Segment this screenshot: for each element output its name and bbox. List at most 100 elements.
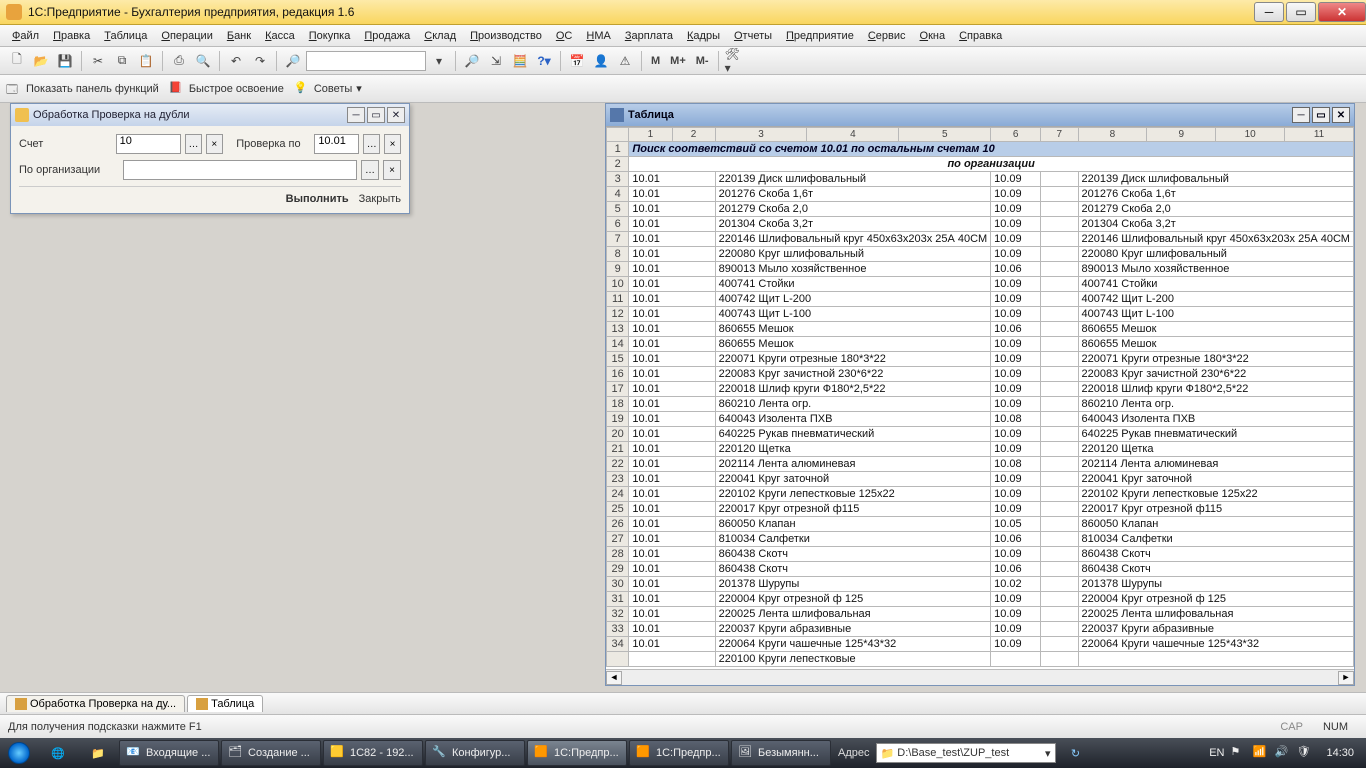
row-header[interactable]: 14 [607, 337, 629, 352]
table-row[interactable]: 2110.01220120 Щетка10.09220120 Щетка [607, 442, 1354, 457]
menu-правка[interactable]: Правка [47, 28, 96, 44]
row-header[interactable]: 17 [607, 382, 629, 397]
account-field[interactable]: 10 [116, 134, 181, 154]
row-header[interactable]: 23 [607, 472, 629, 487]
window-tab[interactable]: Обработка Проверка на ду... [6, 695, 185, 712]
menu-предприятие[interactable]: Предприятие [780, 28, 860, 44]
tray-volume-icon[interactable]: 🔊 [1274, 745, 1290, 761]
col-header[interactable]: 1 [629, 128, 672, 142]
menu-ос[interactable]: ОС [550, 28, 579, 44]
table-row[interactable]: 610.01201304 Скоба 3,2т10.09201304 Скоба… [607, 217, 1354, 232]
save-icon[interactable]: 💾 [54, 50, 76, 72]
open-icon[interactable]: 📂 [30, 50, 52, 72]
menu-сервис[interactable]: Сервис [862, 28, 912, 44]
row-header[interactable]: 6 [607, 217, 629, 232]
row-header[interactable]: 24 [607, 487, 629, 502]
row-header[interactable]: 9 [607, 262, 629, 277]
menu-отчеты[interactable]: Отчеты [728, 28, 778, 44]
horizontal-scrollbar[interactable]: ◄ ► [606, 669, 1354, 685]
taskbar-task[interactable]: 🟧1С:Предпр... [527, 740, 627, 766]
taskbar-task[interactable]: 🗂Создание ... [221, 740, 321, 766]
show-panel-button[interactable]: 🗔 Показать панель функций [6, 81, 159, 97]
window-tab[interactable]: Таблица [187, 695, 263, 712]
copy-icon[interactable]: ⧉ [111, 50, 133, 72]
table-minimize-button[interactable]: ─ [1292, 107, 1310, 123]
table-window-titlebar[interactable]: Таблица ─ ▭ ✕ [606, 104, 1354, 126]
table-row[interactable]: 3210.01220025 Лента шлифовальная10.09220… [607, 607, 1354, 622]
table-row[interactable]: 220100 Круги лепестковые [607, 652, 1354, 667]
dialog-minimize-button[interactable]: ─ [347, 107, 365, 123]
table-maximize-button[interactable]: ▭ [1312, 107, 1330, 123]
find-icon[interactable]: 🔎 [461, 50, 483, 72]
tools-icon[interactable]: 🛠▾ [724, 50, 746, 72]
maximize-button[interactable]: ▭ [1286, 2, 1316, 22]
table-row[interactable]: 1710.01220018 Шлиф круги Ф180*2,5*2210.0… [607, 382, 1354, 397]
row-header[interactable]: 29 [607, 562, 629, 577]
binoculars-icon[interactable]: 🔎 [282, 50, 304, 72]
table-row[interactable]: 1810.01860210 Лента огр.10.09860210 Лент… [607, 397, 1354, 412]
check-by-field[interactable]: 10.01 [314, 134, 359, 154]
table-row[interactable]: 1210.01400743 Щит L-10010.09400743 Щит L… [607, 307, 1354, 322]
cut-icon[interactable]: ✂ [87, 50, 109, 72]
new-icon[interactable]: 🗋 [6, 50, 28, 72]
row-header[interactable]: 19 [607, 412, 629, 427]
row-header[interactable]: 3 [607, 172, 629, 187]
row-header[interactable]: 32 [607, 607, 629, 622]
menu-файл[interactable]: Файл [6, 28, 45, 44]
col-header[interactable]: 7 [1041, 128, 1078, 142]
calc-icon[interactable]: 🧮 [509, 50, 531, 72]
menu-таблица[interactable]: Таблица [98, 28, 153, 44]
menu-склад[interactable]: Склад [418, 28, 462, 44]
m-minus-icon[interactable]: M- [692, 55, 713, 67]
table-row[interactable]: 2010.01640225 Рукав пневматический10.096… [607, 427, 1354, 442]
row-header[interactable] [607, 652, 629, 667]
row-header[interactable]: 8 [607, 247, 629, 262]
row-header[interactable]: 5 [607, 202, 629, 217]
search-input[interactable] [306, 51, 426, 71]
dialog-titlebar[interactable]: Обработка Проверка на дубли ─ ▭ ✕ [11, 104, 409, 126]
table-row[interactable]: 2410.01220102 Круги лепестковые 125х2210… [607, 487, 1354, 502]
table-row[interactable]: 410.01201276 Скоба 1,6т10.09201276 Скоба… [607, 187, 1354, 202]
row-header[interactable]: 33 [607, 622, 629, 637]
org-field[interactable] [123, 160, 357, 180]
quick-start-button[interactable]: 📕 Быстрое освоение [169, 81, 284, 97]
row-header[interactable]: 34 [607, 637, 629, 652]
table-row[interactable]: 2610.01860050 Клапан10.05860050 Клапан [607, 517, 1354, 532]
preview-icon[interactable]: 🔍 [192, 50, 214, 72]
table-row[interactable]: 1410.01860655 Мешок10.09860655 Мешок [607, 337, 1354, 352]
row-header[interactable]: 25 [607, 502, 629, 517]
taskbar-task[interactable]: 🟨1С82 - 192... [323, 740, 423, 766]
table-row[interactable]: 2510.01220017 Круг отрезной ф11510.09220… [607, 502, 1354, 517]
row-header[interactable]: 2 [607, 157, 629, 172]
table-row[interactable]: 1610.01220083 Круг зачистной 230*6*2210.… [607, 367, 1354, 382]
table-row[interactable]: 310.01220139 Диск шлифовальный10.0922013… [607, 172, 1354, 187]
row-header[interactable]: 27 [607, 532, 629, 547]
m-icon[interactable]: M [647, 55, 664, 67]
table-row[interactable]: 2210.01202114 Лента алюминевая10.0820211… [607, 457, 1354, 472]
menu-касса[interactable]: Касса [259, 28, 301, 44]
tray-shield-icon[interactable]: 🛡 [1296, 745, 1312, 761]
menu-банк[interactable]: Банк [221, 28, 257, 44]
row-header[interactable]: 11 [607, 292, 629, 307]
chevron-down-icon[interactable]: ▾ [1045, 747, 1051, 760]
m-plus-icon[interactable]: M+ [666, 55, 690, 67]
explorer-pinned-icon[interactable]: 📁 [78, 740, 118, 766]
check-picker-button[interactable]: … [363, 134, 380, 154]
help-icon[interactable]: ?▾ [533, 50, 555, 72]
account-picker-button[interactable]: … [185, 134, 202, 154]
warn-icon[interactable]: ⚠ [614, 50, 636, 72]
col-header[interactable]: 9 [1147, 128, 1216, 142]
menu-окна[interactable]: Окна [914, 28, 952, 44]
redo-icon[interactable]: ↷ [249, 50, 271, 72]
table-row[interactable]: 810.01220080 Круг шлифовальный10.0922008… [607, 247, 1354, 262]
menu-кадры[interactable]: Кадры [681, 28, 726, 44]
table-row[interactable]: 2310.01220041 Круг заточной10.09220041 К… [607, 472, 1354, 487]
row-header[interactable]: 18 [607, 397, 629, 412]
dialog-maximize-button[interactable]: ▭ [367, 107, 385, 123]
col-header[interactable]: 4 [807, 128, 899, 142]
calendar-icon[interactable]: 📅 [566, 50, 588, 72]
refresh-icon[interactable]: ↻ [1056, 740, 1096, 766]
dropdown-icon[interactable]: ▾ [428, 50, 450, 72]
row-header[interactable]: 28 [607, 547, 629, 562]
org-picker-button[interactable]: … [361, 160, 379, 180]
